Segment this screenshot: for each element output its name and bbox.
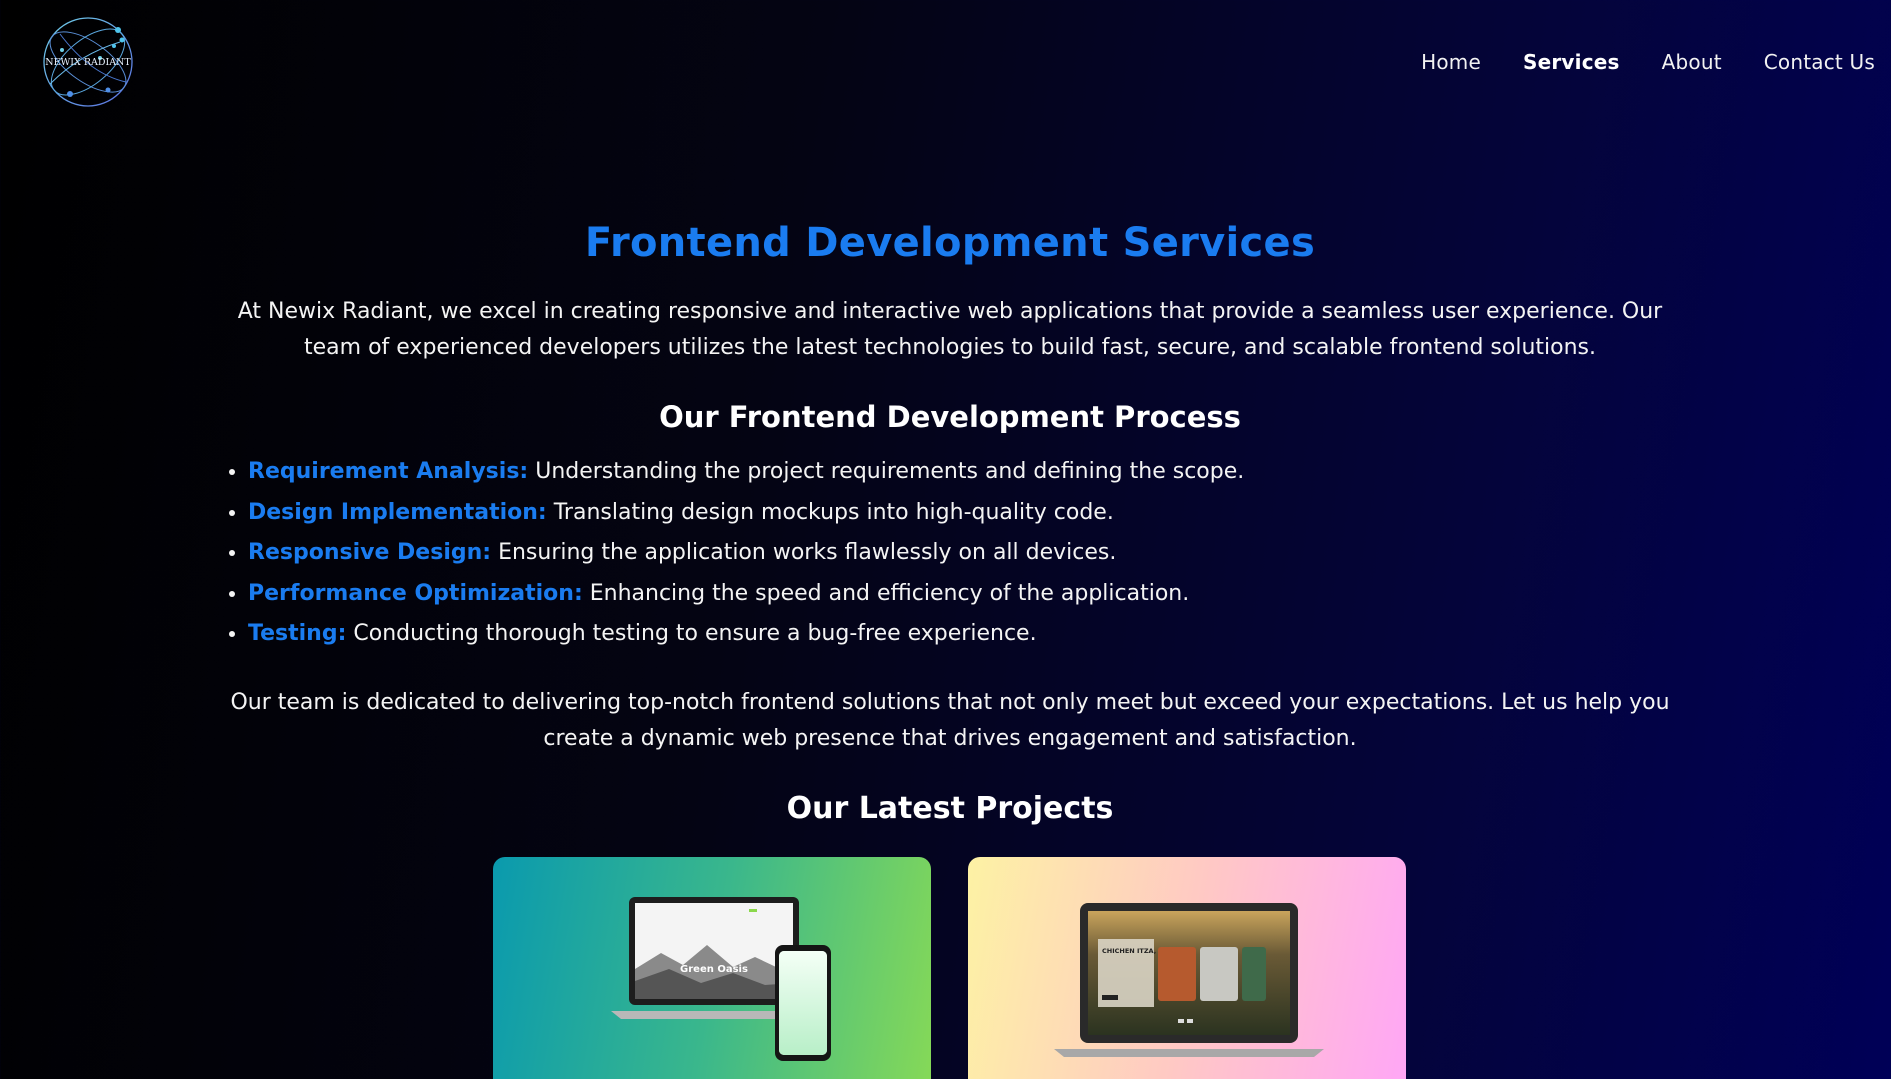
- green-oasis-mockup-image: Green Oasis: [611, 897, 831, 1061]
- process-item-text: Enhancing the speed and efficiency of th…: [582, 580, 1190, 606]
- process-item-text: Understanding the project requirements a…: [528, 459, 1245, 484]
- green-oasis-screen-title: Green Oasis: [680, 964, 748, 975]
- process-item: Design Implementation: Translating desig…: [248, 493, 1700, 534]
- nav-home-link[interactable]: Home: [1421, 50, 1481, 74]
- process-list: Requirement Analysis: Understanding the …: [200, 452, 1700, 655]
- process-item: Performance Optimization: Enhancing the …: [248, 574, 1700, 615]
- process-heading: Our Frontend Development Process: [659, 400, 1241, 434]
- process-item-text: Translating design mockups into high-qua…: [546, 499, 1114, 525]
- page-title: Frontend Development Services: [584, 220, 1316, 266]
- nav-about-link[interactable]: About: [1662, 50, 1722, 74]
- newix-radiant-logo[interactable]: NEWIX RADIANT: [40, 14, 136, 110]
- process-item-key: Testing:: [248, 621, 347, 646]
- intro-paragraph: At Newix Radiant, we excel in creating r…: [237, 299, 1663, 360]
- process-item: Testing: Conducting thorough testing to …: [248, 614, 1700, 655]
- process-item-text: Ensuring the application works flawlessl…: [491, 540, 1117, 565]
- main-nav: Home Services About Contact Us: [1379, 50, 1875, 74]
- site-header: NEWIX RADIANT Home Services About Contac…: [0, 0, 1891, 130]
- logo-text: NEWIX RADIANT: [45, 57, 131, 68]
- project-card-green-oasis[interactable]: Green Oasis: [493, 857, 931, 1079]
- process-item-text: Conducting thorough testing to ensure a …: [346, 621, 1037, 646]
- process-item-key: Design Implementation:: [248, 499, 547, 525]
- project-card-chichen-itza[interactable]: CHICHEN ITZA, MEXICO: [968, 857, 1406, 1079]
- chichen-itza-mockup-image: CHICHEN ITZA, MEXICO: [1054, 903, 1324, 1057]
- projects-heading: Our Latest Projects: [786, 790, 1114, 826]
- process-item: Requirement Analysis: Understanding the …: [248, 452, 1700, 493]
- services-content: Frontend Development Services At Newix R…: [200, 220, 1700, 826]
- process-item-key: Performance Optimization:: [248, 580, 583, 606]
- process-item-key: Requirement Analysis:: [248, 459, 529, 484]
- process-item: Responsive Design: Ensuring the applicat…: [248, 533, 1700, 574]
- outro-paragraph: Our team is dedicated to delivering top-…: [230, 689, 1670, 751]
- nav-contact-link[interactable]: Contact Us: [1764, 50, 1875, 74]
- projects-grid: Green Oasis CHICHEN ITZA, MEXICO: [493, 857, 1406, 1079]
- process-item-key: Responsive Design:: [248, 540, 492, 565]
- nav-services-link[interactable]: Services: [1523, 50, 1620, 74]
